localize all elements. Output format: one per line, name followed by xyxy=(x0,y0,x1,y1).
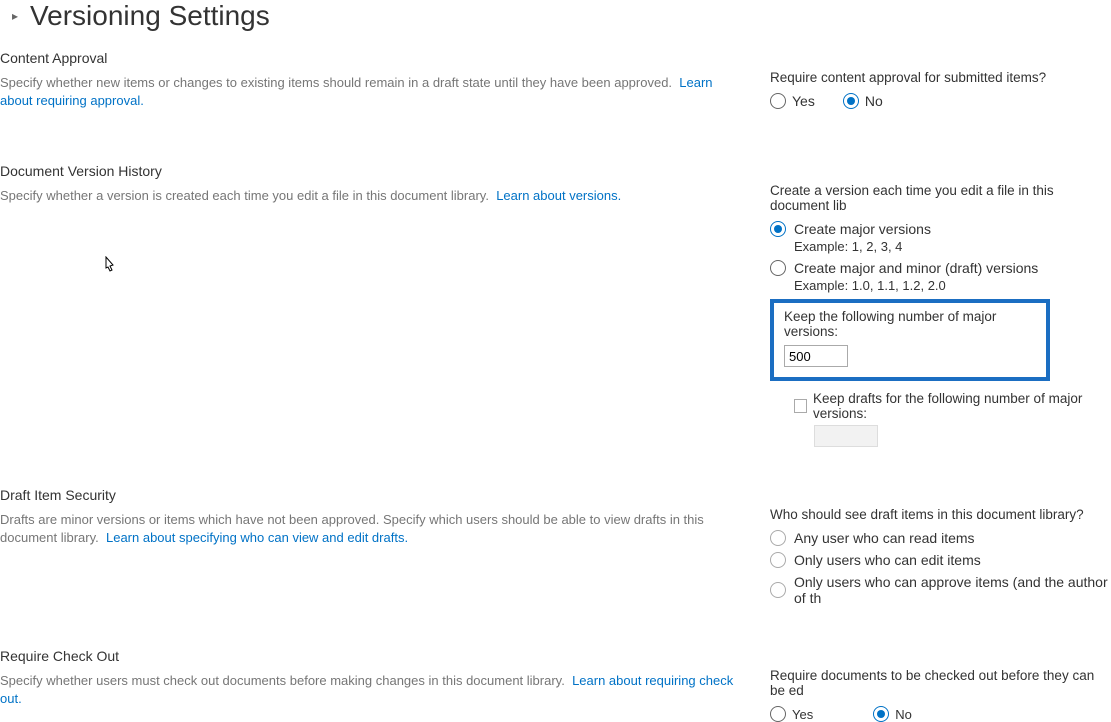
learn-versions-link[interactable]: Learn about versions. xyxy=(496,188,621,203)
draft-edit-label: Only users who can edit items xyxy=(794,552,981,568)
checkout-yes-label: Yes xyxy=(792,707,813,722)
create-minor-radio[interactable] xyxy=(770,260,786,276)
draft-approve-label: Only users who can approve items (and th… xyxy=(794,574,1111,606)
checkout-no-radio[interactable] xyxy=(873,706,889,722)
content-approval-yes-label: Yes xyxy=(792,93,815,109)
keep-major-versions-box: Keep the following number of major versi… xyxy=(770,299,1050,381)
create-minor-label: Create major and minor (draft) versions xyxy=(794,260,1038,276)
checkout-yes-radio[interactable] xyxy=(770,706,786,722)
section-content-approval: Content Approval Specify whether new ite… xyxy=(0,50,1111,115)
draft-any-label: Any user who can read items xyxy=(794,530,975,546)
content-approval-no-label: No xyxy=(865,93,883,109)
draft-edit-radio[interactable] xyxy=(770,552,786,568)
page-title: ▸ Versioning Settings xyxy=(0,0,1111,50)
learn-drafts-link[interactable]: Learn about specifying who can view and … xyxy=(106,530,408,545)
create-major-example: Example: 1, 2, 3, 4 xyxy=(794,239,1111,254)
draft-any-radio[interactable] xyxy=(770,530,786,546)
keep-major-versions-input[interactable] xyxy=(784,345,848,367)
section-draft-security: Draft Item Security Drafts are minor ver… xyxy=(0,487,1111,612)
content-approval-question: Require content approval for submitted i… xyxy=(770,70,1111,85)
keep-drafts-input xyxy=(814,425,878,447)
page-title-text: Versioning Settings xyxy=(30,0,270,32)
section-require-checkout: Require Check Out Specify whether users … xyxy=(0,648,1111,722)
keep-drafts-label: Keep drafts for the following number of … xyxy=(813,391,1111,421)
content-approval-desc-text: Specify whether new items or changes to … xyxy=(0,75,672,90)
draft-security-heading: Draft Item Security xyxy=(0,487,742,503)
version-history-question: Create a version each time you edit a fi… xyxy=(770,183,1111,213)
keep-drafts-checkbox[interactable] xyxy=(794,399,807,413)
content-approval-yes-radio[interactable] xyxy=(770,93,786,109)
draft-approve-radio[interactable] xyxy=(770,582,786,598)
require-checkout-question: Require documents to be checked out befo… xyxy=(770,668,1111,698)
require-checkout-desc: Specify whether users must check out doc… xyxy=(0,672,742,708)
content-approval-desc: Specify whether new items or changes to … xyxy=(0,74,742,110)
require-checkout-desc-text: Specify whether users must check out doc… xyxy=(0,673,565,688)
version-history-desc: Specify whether a version is created eac… xyxy=(0,187,742,205)
create-major-radio[interactable] xyxy=(770,221,786,237)
require-checkout-heading: Require Check Out xyxy=(0,648,742,664)
content-approval-heading: Content Approval xyxy=(0,50,742,66)
create-minor-example: Example: 1.0, 1.1, 1.2, 2.0 xyxy=(794,278,1111,293)
version-history-heading: Document Version History xyxy=(0,163,742,179)
content-approval-no-radio[interactable] xyxy=(843,93,859,109)
create-major-label: Create major versions xyxy=(794,221,931,237)
section-version-history: Document Version History Specify whether… xyxy=(0,163,1111,447)
version-history-desc-text: Specify whether a version is created eac… xyxy=(0,188,489,203)
keep-major-versions-label: Keep the following number of major versi… xyxy=(784,309,1036,339)
checkout-no-label: No xyxy=(895,707,912,722)
breadcrumb-sep-icon: ▸ xyxy=(12,9,18,23)
draft-security-desc: Drafts are minor versions or items which… xyxy=(0,511,742,547)
draft-security-question: Who should see draft items in this docum… xyxy=(770,507,1111,522)
